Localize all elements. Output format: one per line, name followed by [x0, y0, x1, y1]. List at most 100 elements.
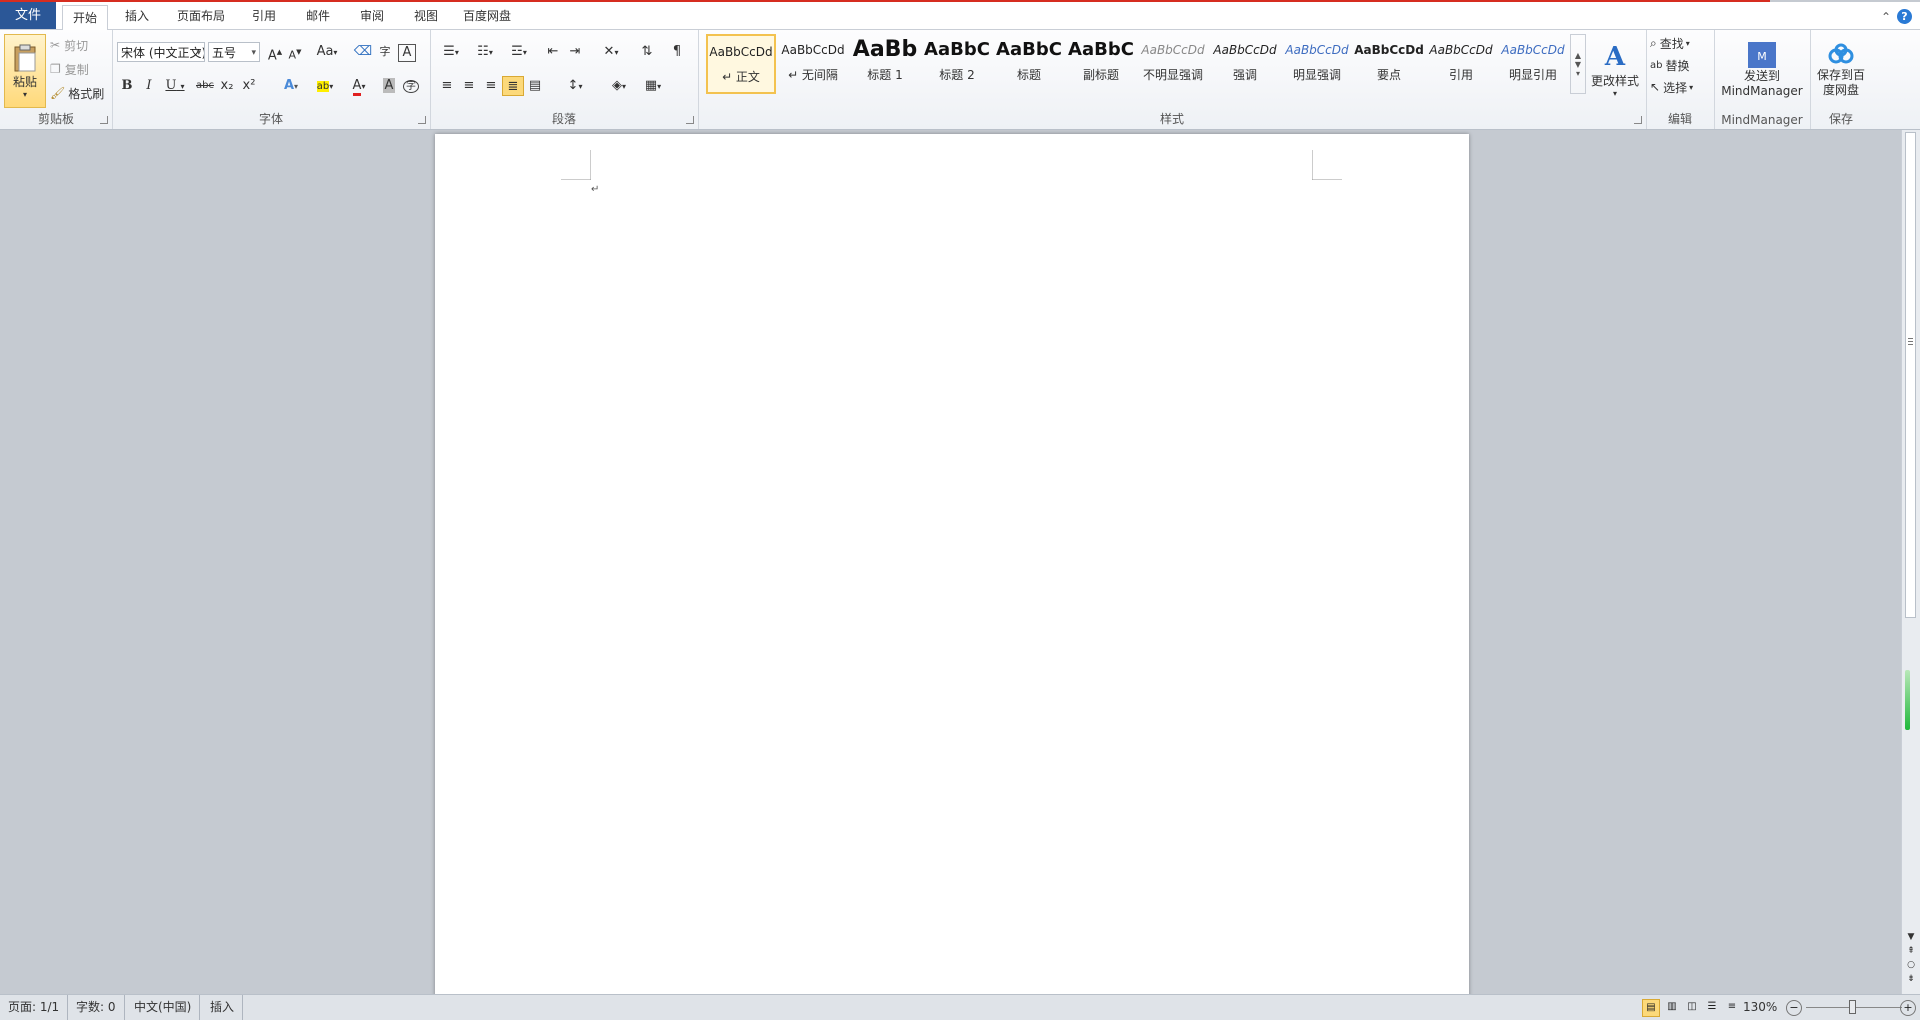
align-center-icon: ≡: [463, 78, 475, 93]
tab-mailings[interactable]: 邮件: [294, 4, 342, 29]
tab-insert[interactable]: 插入: [112, 4, 162, 29]
style-item[interactable]: AaBbCcDd 不明显强调: [1138, 34, 1208, 94]
scroll-down-arrow-icon[interactable]: ▼: [1906, 930, 1916, 944]
status-language[interactable]: 中文(中国): [126, 995, 201, 1020]
tab-references[interactable]: 引用: [240, 4, 288, 29]
char-border-button[interactable]: A: [398, 44, 416, 62]
superscript-button[interactable]: x²: [238, 76, 260, 96]
style-item[interactable]: AaBbC 副标题: [1066, 34, 1136, 94]
draft-icon[interactable]: ≡: [1724, 999, 1740, 1015]
show-marks-button[interactable]: ¶: [666, 42, 688, 62]
style-item[interactable]: AaBbC 标题: [994, 34, 1064, 94]
scroll-down-icon[interactable]: ▼: [1575, 60, 1581, 69]
find-button[interactable]: ⌕ 查找 ▾: [1650, 34, 1710, 52]
zoom-level[interactable]: 130%: [1743, 1000, 1777, 1014]
justify-button[interactable]: ≣: [502, 76, 524, 96]
line-spacing-button[interactable]: ↕▾: [560, 76, 590, 96]
browse-object-icon[interactable]: ○: [1906, 958, 1916, 972]
zoom-slider-thumb[interactable]: [1849, 1000, 1856, 1014]
select-button[interactable]: ↖ 选择 ▾: [1650, 78, 1710, 96]
italic-button[interactable]: I: [138, 76, 160, 96]
format-painter-button[interactable]: 🖌 格式刷: [50, 84, 110, 102]
zoom-out-icon[interactable]: −: [1786, 1000, 1802, 1016]
styles-dialog-launcher[interactable]: [1634, 116, 1642, 124]
replace-button[interactable]: ab 替换: [1650, 56, 1710, 74]
align-left-button[interactable]: ≡: [436, 76, 458, 96]
change-styles-button[interactable]: A 更改样式 ▾: [1588, 34, 1642, 106]
clear-format-button[interactable]: ⌫: [352, 42, 374, 62]
font-family-select[interactable]: 宋体 (中文正文): [117, 42, 205, 62]
paragraph-dialog-launcher[interactable]: [686, 116, 694, 124]
previous-page-icon[interactable]: ⇞: [1906, 944, 1916, 958]
numbering-button[interactable]: ☷▾: [470, 42, 500, 62]
send-to-mindmanager-button[interactable]: M 发送到 MindManager: [1718, 34, 1806, 106]
borders-button[interactable]: ▦▾: [638, 76, 668, 96]
distribute-button[interactable]: ▤: [524, 76, 546, 96]
zoom-in-icon[interactable]: +: [1900, 1000, 1916, 1016]
vertical-scrollbar[interactable]: ▼ ⇞ ○ ⇟: [1901, 130, 1920, 994]
multilevel-list-button[interactable]: ☲▾: [504, 42, 534, 62]
align-center-button[interactable]: ≡: [458, 76, 480, 96]
styles-scroll[interactable]: ▲ ▼ ▾: [1570, 34, 1586, 94]
style-item[interactable]: AaBbCcDd 强调: [1210, 34, 1280, 94]
style-item[interactable]: AaBbCcDd 明显强调: [1282, 34, 1352, 94]
reading-layout-icon[interactable]: ▥: [1664, 999, 1680, 1015]
increase-indent-button[interactable]: ⇥: [564, 42, 586, 62]
enclose-char-button[interactable]: 字: [400, 76, 422, 96]
save-to-baidu-button[interactable]: 保存到百 度网盘: [1812, 34, 1870, 106]
bold-button[interactable]: B: [116, 76, 138, 96]
document-page[interactable]: ↵: [435, 134, 1469, 994]
char-shading-button[interactable]: A: [378, 76, 400, 96]
status-word-count[interactable]: 字数: 0: [68, 995, 125, 1020]
align-right-button[interactable]: ≡: [480, 76, 502, 96]
sort-button[interactable]: ⇅: [636, 42, 658, 62]
style-item[interactable]: AaBbCcDd ↵ 正文: [706, 34, 776, 94]
scroll-thumb[interactable]: [1905, 132, 1916, 618]
font-dialog-launcher[interactable]: [418, 116, 426, 124]
clipboard-dialog-launcher[interactable]: [100, 116, 108, 124]
style-item[interactable]: AaBb 标题 1: [850, 34, 920, 94]
help-icon[interactable]: ?: [1897, 9, 1912, 24]
decrease-indent-button[interactable]: ⇤: [542, 42, 564, 62]
cut-button[interactable]: ✂ 剪切: [50, 36, 108, 54]
browse-controls[interactable]: ▼ ⇞ ○ ⇟: [1906, 930, 1916, 986]
status-page[interactable]: 页面: 1/1: [0, 995, 69, 1020]
status-insert-mode[interactable]: 插入: [202, 995, 244, 1020]
minimize-ribbon-icon[interactable]: ⌃: [1881, 10, 1891, 24]
paste-dropdown-icon[interactable]: ▾: [23, 90, 27, 99]
tab-review[interactable]: 审阅: [348, 4, 396, 29]
char-border-icon: A: [402, 45, 412, 60]
tab-view[interactable]: 视图: [402, 4, 450, 29]
subscript-button[interactable]: x₂: [216, 76, 238, 96]
copy-button[interactable]: ❐ 复制: [50, 60, 108, 78]
tab-file[interactable]: 文件: [0, 2, 56, 29]
font-color-button[interactable]: A▾: [344, 76, 374, 96]
web-layout-icon[interactable]: ◫: [1684, 999, 1700, 1015]
outline-icon[interactable]: ☰: [1704, 999, 1720, 1015]
bullets-button[interactable]: ☰▾: [436, 42, 466, 62]
scroll-up-icon[interactable]: ▲: [1575, 51, 1581, 60]
grow-font-button[interactable]: A▲: [264, 42, 286, 63]
highlight-button[interactable]: ab▾: [310, 76, 340, 96]
print-layout-icon[interactable]: ▤: [1642, 999, 1660, 1017]
text-effects-button[interactable]: A▾: [276, 76, 306, 96]
chinese-layout-button[interactable]: ✕▾: [596, 42, 626, 62]
font-size-select[interactable]: 五号: [208, 42, 260, 62]
strikethrough-button[interactable]: abc: [194, 76, 216, 96]
tab-page-layout[interactable]: 页面布局: [168, 4, 234, 29]
style-item[interactable]: AaBbC 标题 2: [922, 34, 992, 94]
more-styles-icon[interactable]: ▾: [1576, 69, 1580, 78]
shrink-font-button[interactable]: A▼: [284, 42, 306, 62]
style-item[interactable]: AaBbCcDd 要点: [1354, 34, 1424, 94]
tab-home[interactable]: 开始: [62, 5, 108, 32]
phonetic-guide-button[interactable]: 字: [374, 42, 396, 62]
style-item[interactable]: AaBbCcDd 引用: [1426, 34, 1496, 94]
shading-button[interactable]: ◈▾: [604, 76, 634, 96]
underline-button[interactable]: U ▾: [160, 76, 190, 96]
next-page-icon[interactable]: ⇟: [1906, 972, 1916, 986]
paste-button[interactable]: 粘贴 ▾: [4, 34, 46, 108]
tab-baidu-netdisk[interactable]: 百度网盘: [456, 4, 518, 29]
style-item[interactable]: AaBbCcDd 明显引用: [1498, 34, 1568, 94]
change-case-button[interactable]: Aa▾: [312, 42, 342, 62]
style-item[interactable]: AaBbCcDd ↵ 无间隔: [778, 34, 848, 94]
